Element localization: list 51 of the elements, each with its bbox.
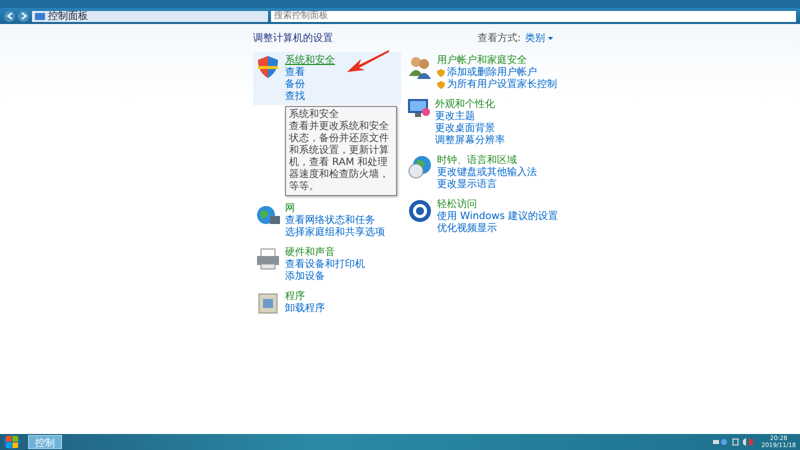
task-link[interactable]: 更改桌面背景 xyxy=(435,123,505,135)
back-button[interactable] xyxy=(4,10,15,22)
task-link[interactable]: 备份 xyxy=(285,79,335,91)
system-tray-icon[interactable] xyxy=(713,438,754,446)
task-link[interactable]: 卸载程序 xyxy=(285,303,325,315)
shield-icon xyxy=(255,54,281,80)
category-panel[interactable]: 外观和个性化 更改主题 更改桌面背景 调整屏幕分辨率 xyxy=(405,96,553,149)
annotation-arrow xyxy=(345,48,391,74)
category-title-link[interactable]: 程序 xyxy=(285,290,325,303)
category-title-link[interactable]: 时钟、语言和区域 xyxy=(437,154,537,167)
category-title-link[interactable]: 用户帐户和家庭安全 xyxy=(437,54,557,67)
search-field[interactable]: 搜索控制面板 xyxy=(271,10,796,22)
category-title-link[interactable]: 外观和个性化 xyxy=(435,98,505,111)
tooltip-title: 系统和安全 xyxy=(289,109,340,120)
category-title-link[interactable]: 轻松访问 xyxy=(437,198,558,211)
category-panel[interactable]: 网 查看网络状态和任务 选择家庭组和共享选项 xyxy=(253,200,401,241)
caret-icon xyxy=(548,36,553,40)
task-link[interactable]: 查看设备和打印机 xyxy=(285,259,365,271)
task-link[interactable]: 更改显示语言 xyxy=(437,179,537,191)
category-panel[interactable]: 硬件和声音 查看设备和打印机 添加设备 xyxy=(253,244,401,285)
tooltip-text: 查看并更改系统和安全状态，备份并还原文件和系统设置，更新计算机，查看 RAM 和处理器速度和检查防火墙，等等。 xyxy=(289,121,390,193)
task-link[interactable]: 添加设备 xyxy=(285,271,365,283)
category-title-link[interactable]: 硬件和声音 xyxy=(285,246,365,259)
category-panel[interactable]: 系统和安全 查看 备份 查找 xyxy=(253,52,401,105)
accessibility-icon xyxy=(407,198,433,224)
forward-button[interactable] xyxy=(18,10,29,22)
folder-icon xyxy=(35,12,45,20)
category-title-link[interactable]: 网 xyxy=(285,202,385,215)
category-panel[interactable]: 程序 卸载程序 xyxy=(253,288,401,318)
view-by-dropdown[interactable]: 类别 xyxy=(524,31,553,45)
category-panel[interactable]: 时钟、语言和区域 更改键盘或其他输入法 更改显示语言 xyxy=(405,152,553,193)
task-link[interactable]: 更改键盘或其他输入法 xyxy=(437,167,537,179)
task-link[interactable]: 查找 xyxy=(285,91,335,103)
task-link[interactable]: 添加或删除用户帐户 xyxy=(437,67,557,79)
start-button[interactable] xyxy=(4,435,20,449)
task-link[interactable]: 查看网络状态和任务 xyxy=(285,215,385,227)
printer-icon xyxy=(255,246,281,272)
category-title-link[interactable]: 系统和安全 xyxy=(285,54,335,67)
view-by-label: 查看方式: xyxy=(477,32,521,45)
monitor-icon xyxy=(407,98,431,118)
users-icon xyxy=(407,54,433,80)
task-link[interactable]: 更改主题 xyxy=(435,111,505,123)
task-link[interactable]: 选择家庭组和共享选项 xyxy=(285,227,385,239)
task-link[interactable]: 查看 xyxy=(285,67,335,79)
task-link[interactable]: 调整屏幕分辨率 xyxy=(435,135,505,147)
task-link[interactable]: 使用 Windows 建议的设置 xyxy=(437,211,558,223)
task-link[interactable]: 为所有用户设置家长控制 xyxy=(437,79,557,91)
page-heading: 调整计算机的设置 xyxy=(253,32,333,45)
address-field[interactable]: 控制面板 xyxy=(32,10,268,22)
globe-clock-icon xyxy=(407,154,433,180)
task-link[interactable]: 优化视频显示 xyxy=(437,223,558,235)
